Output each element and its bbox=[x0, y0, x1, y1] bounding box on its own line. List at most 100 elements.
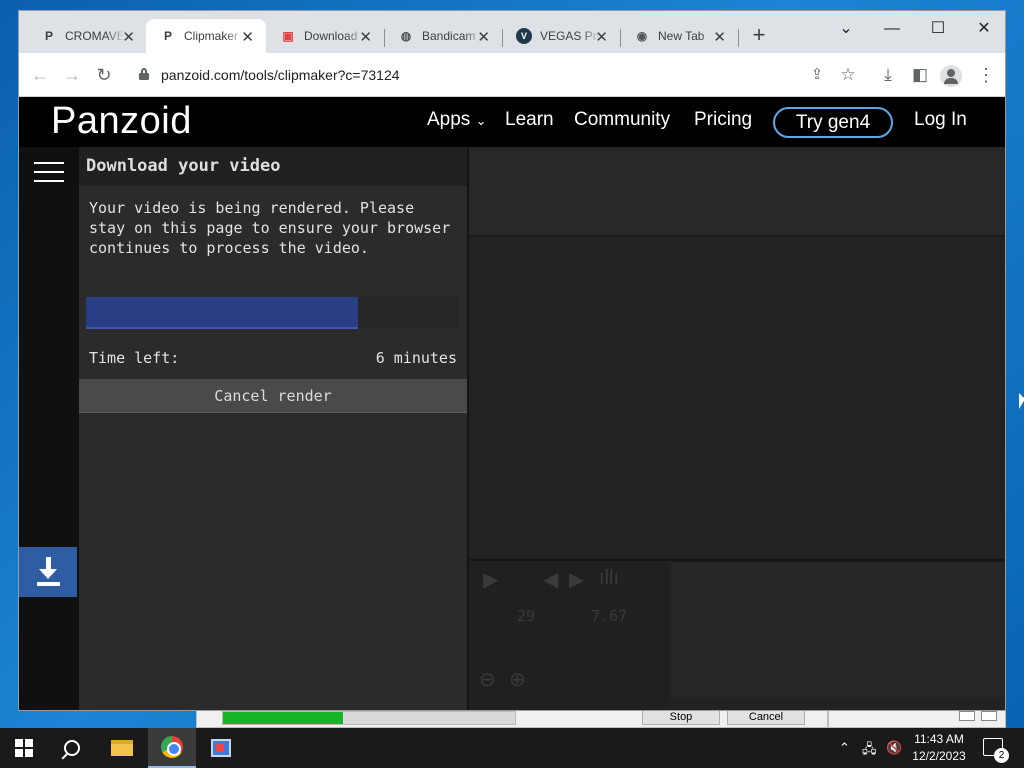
maximize-icon[interactable]: ☐ bbox=[915, 15, 961, 45]
start-button[interactable] bbox=[0, 728, 48, 768]
player-controls: ▶ ◀ ▶ ıllı 29 7.67 ⊖ ⊕ bbox=[469, 563, 669, 710]
close-tab-icon[interactable]: ✕ bbox=[713, 28, 726, 46]
tab-title: Bandicam bbox=[422, 29, 476, 43]
nav-apps[interactable]: Apps ⌄ bbox=[427, 109, 487, 131]
try-gen4-button[interactable]: Try gen4 bbox=[773, 107, 893, 138]
time-left-value: 6 minutes bbox=[375, 349, 457, 367]
chevron-up-icon[interactable]: ⌃ bbox=[839, 740, 850, 756]
tab-title: VEGAS Pro bbox=[540, 29, 600, 43]
download-site-icon: ▣ bbox=[282, 29, 294, 43]
window-icon bbox=[959, 711, 975, 721]
globe-icon: ◍ bbox=[400, 29, 412, 43]
tab-title: New Tab bbox=[658, 29, 705, 43]
nav-pricing[interactable]: Pricing bbox=[694, 109, 752, 131]
forward-arrow-icon[interactable]: → bbox=[59, 62, 85, 88]
desktop-icon-fragment[interactable] bbox=[0, 118, 18, 178]
search-button[interactable] bbox=[48, 728, 96, 768]
editor-canvas-area: ▶ ◀ ▶ ıllı 29 7.67 ⊖ ⊕ bbox=[467, 147, 1005, 710]
windows-taskbar: ⌃ 🖧 🔇 11:43 AM 12/2/2023 2 bbox=[0, 728, 1024, 768]
chevron-down-icon[interactable]: ⌄ bbox=[823, 15, 869, 45]
address-bar[interactable]: panzoid.com/tools/clipmaker?c=73124 bbox=[129, 60, 869, 90]
window-icon bbox=[981, 711, 997, 721]
bandicam-progress-bar bbox=[222, 711, 516, 725]
tab-cromave[interactable]: P CROMAVE ✕ bbox=[27, 19, 147, 53]
preview-canvas bbox=[469, 239, 1005, 561]
bookmark-star-icon[interactable]: ☆ bbox=[835, 62, 861, 88]
browser-toolbar: ← → ↻ panzoid.com/tools/clipmaker?c=7312… bbox=[19, 53, 1005, 97]
nav-community[interactable]: Community bbox=[574, 109, 670, 131]
download-panel: Download your video Your video is being … bbox=[79, 147, 467, 710]
hamburger-menu-icon[interactable] bbox=[34, 162, 64, 182]
chevron-down-icon: ⌄ bbox=[475, 113, 487, 128]
notification-badge: 2 bbox=[994, 748, 1009, 763]
waveform-icon[interactable]: ıllı bbox=[599, 567, 619, 590]
side-rail bbox=[19, 147, 79, 710]
panzoid-page: Panzoid Apps ⌄ Learn Community Pricing T… bbox=[19, 97, 1005, 710]
step-forward-icon[interactable]: ▶ bbox=[569, 567, 584, 592]
tab-title: CROMAVE bbox=[65, 29, 125, 43]
tab-new-tab[interactable]: ◉ New Tab ✕ bbox=[620, 19, 738, 53]
render-progress-bar bbox=[86, 297, 458, 329]
close-tab-icon[interactable]: ✕ bbox=[595, 28, 608, 46]
downloads-icon[interactable]: ⤓ bbox=[875, 62, 901, 88]
tab-bandicam[interactable]: ◍ Bandicam ✕ bbox=[384, 19, 502, 53]
lock-icon bbox=[139, 68, 149, 80]
more-menu-icon[interactable]: ⋮ bbox=[973, 62, 999, 88]
chrome-browser-window: P CROMAVE ✕ P Clipmaker ✕ ▣ Download ✕ ◍… bbox=[18, 10, 1006, 711]
tab-download[interactable]: ▣ Download ✕ bbox=[266, 19, 384, 53]
volume-muted-icon[interactable]: 🔇 bbox=[886, 740, 902, 756]
clock-time: 11:43 AM bbox=[914, 732, 964, 746]
url-text: panzoid.com/tools/clipmaker?c=73124 bbox=[161, 67, 400, 83]
site-navbar: Panzoid Apps ⌄ Learn Community Pricing T… bbox=[19, 97, 1005, 147]
vegas-logo-icon: V bbox=[516, 28, 532, 44]
close-window-icon[interactable]: ✕ bbox=[961, 15, 1005, 45]
new-tab-icon[interactable]: + bbox=[746, 23, 772, 49]
tab-strip: P CROMAVE ✕ P Clipmaker ✕ ▣ Download ✕ ◍… bbox=[19, 11, 1005, 53]
reload-icon[interactable]: ↻ bbox=[91, 62, 117, 88]
render-message: Your video is being rendered. Please sta… bbox=[89, 199, 451, 257]
chrome-taskbar-button[interactable] bbox=[148, 728, 196, 768]
nav-apps-label: Apps bbox=[427, 109, 471, 130]
zoom-in-icon[interactable]: ⊕ bbox=[509, 667, 526, 692]
side-panel-icon[interactable]: ◧ bbox=[907, 62, 933, 88]
bandicam-progress-fill bbox=[223, 712, 343, 724]
tab-separator bbox=[738, 29, 739, 47]
current-time: 29 bbox=[517, 607, 536, 625]
chrome-icon bbox=[161, 736, 183, 758]
time-left-label: Time left: bbox=[89, 349, 180, 367]
clock-date: 12/2/2023 bbox=[912, 749, 966, 763]
bandicam-stop-button[interactable]: Stop bbox=[642, 710, 720, 725]
close-tab-icon[interactable]: ✕ bbox=[477, 28, 490, 46]
chrome-icon: ◉ bbox=[636, 29, 648, 43]
bandicam-taskbar-button[interactable] bbox=[197, 728, 245, 768]
file-explorer-button[interactable] bbox=[98, 728, 146, 768]
panzoid-logo-icon: P bbox=[163, 29, 172, 43]
render-progress-fill bbox=[86, 297, 358, 329]
download-button[interactable] bbox=[19, 547, 77, 597]
nav-learn[interactable]: Learn bbox=[505, 109, 554, 131]
windows-logo-icon bbox=[15, 739, 33, 757]
close-tab-icon[interactable]: ✕ bbox=[122, 28, 135, 46]
profile-avatar-icon[interactable] bbox=[940, 65, 962, 87]
panel-title: Download your video bbox=[86, 156, 281, 176]
network-icon[interactable]: 🖧 bbox=[862, 740, 877, 762]
play-icon[interactable]: ▶ bbox=[483, 567, 498, 592]
back-arrow-icon[interactable]: ← bbox=[27, 62, 53, 88]
tab-vegas[interactable]: V VEGAS Pro ✕ bbox=[502, 19, 620, 53]
tab-clipmaker[interactable]: P Clipmaker ✕ bbox=[146, 19, 266, 53]
clock[interactable]: 11:43 AM 12/2/2023 bbox=[904, 731, 974, 765]
step-back-icon[interactable]: ◀ bbox=[543, 567, 558, 592]
share-icon[interactable]: ⇪ bbox=[804, 62, 830, 88]
minimize-icon[interactable]: — bbox=[869, 15, 915, 45]
zoom-out-icon[interactable]: ⊖ bbox=[479, 667, 496, 692]
cancel-render-button[interactable]: Cancel render bbox=[79, 379, 467, 413]
bandicam-icon bbox=[211, 739, 231, 757]
mouse-pointer-icon bbox=[1019, 393, 1024, 409]
close-tab-icon[interactable]: ✕ bbox=[359, 28, 372, 46]
search-icon bbox=[64, 740, 80, 756]
panzoid-logo[interactable]: Panzoid bbox=[51, 100, 192, 143]
tab-title: Clipmaker bbox=[184, 29, 239, 43]
close-tab-icon[interactable]: ✕ bbox=[241, 28, 254, 46]
bandicam-cancel-button[interactable]: Cancel bbox=[727, 710, 805, 725]
login-link[interactable]: Log In bbox=[914, 109, 967, 131]
